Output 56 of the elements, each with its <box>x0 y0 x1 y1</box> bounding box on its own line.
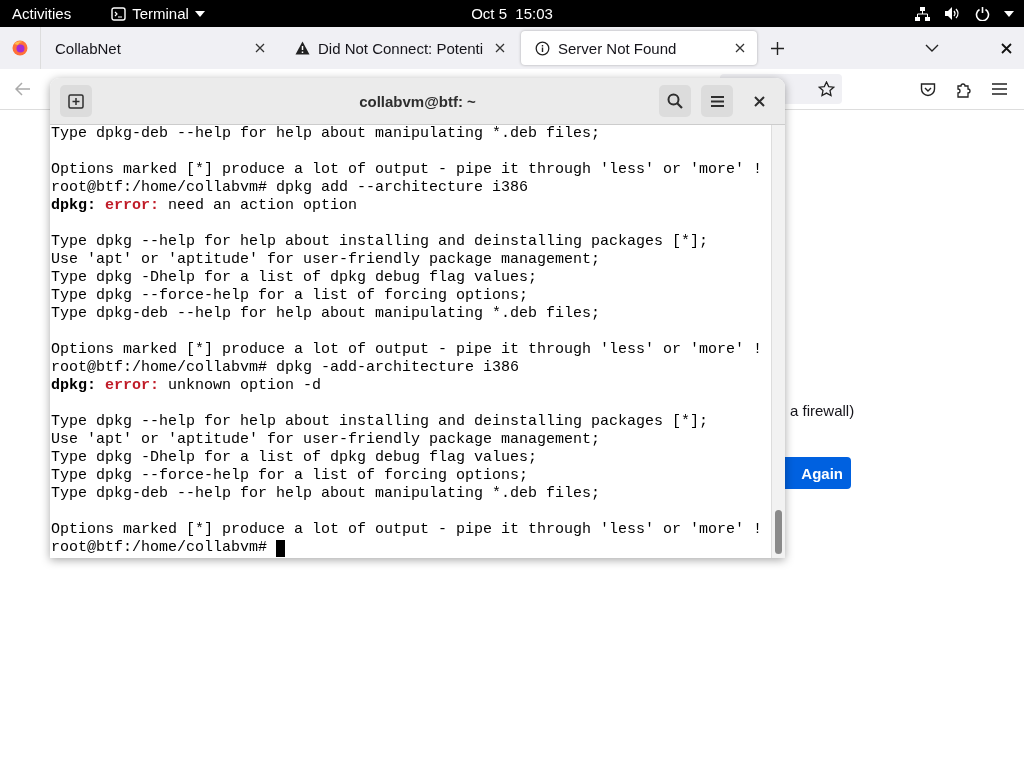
terminal-line: Type dpkg --force-help for a list of forcing options; <box>51 467 530 485</box>
menu-icon <box>710 95 724 107</box>
terminal-line: dpkg: error: unknown option -d <box>51 377 323 395</box>
terminal-line: Options marked [*] produce a lot of output - pipe it through 'less' or 'more' ! <box>51 521 764 539</box>
pocket-icon[interactable] <box>920 81 936 97</box>
terminal-line: dpkg: error: need an action option <box>51 197 359 215</box>
terminal-line: Type dpkg-deb --help for help about manipulating *.deb files; <box>51 305 602 323</box>
scrollbar[interactable] <box>771 125 785 558</box>
chevron-down-icon[interactable] <box>925 44 939 52</box>
close-icon[interactable] <box>255 43 265 53</box>
app-menu[interactable]: Terminal <box>111 5 205 22</box>
close-icon[interactable] <box>1001 42 1012 54</box>
try-again-button[interactable]: Again <box>785 457 851 489</box>
close-icon[interactable] <box>495 43 505 53</box>
info-icon <box>535 40 550 56</box>
menu-icon[interactable] <box>992 83 1007 95</box>
terminal-line: root@btf:/home/collabvm# dpkg add --architecture i386 <box>51 179 530 197</box>
add-tab-icon <box>68 93 84 109</box>
new-tab-icon[interactable] <box>771 41 784 55</box>
terminal-line: Use 'apt' or 'aptitude' for user-friendly package management; <box>51 251 602 269</box>
search-icon <box>667 93 683 109</box>
terminal-line: Type dpkg --force-help for a list of forcing options; <box>51 287 530 305</box>
terminal-line: Type dpkg-deb --help for help about manipulating *.deb files; <box>51 485 602 503</box>
terminal-line: Type dpkg --help for help about installing and deinstalling packages [*]; <box>51 413 710 431</box>
caret-icon <box>194 10 205 17</box>
terminal-icon <box>111 6 127 21</box>
terminal-line: Type dpkg -Dhelp for a list of dpkg debug flag values; <box>51 269 539 287</box>
browser-logo-icon[interactable] <box>12 40 28 56</box>
warning-icon <box>295 41 310 55</box>
caret-icon[interactable] <box>1004 10 1014 17</box>
terminal-line: Type dpkg-deb --help for help about manipulating *.deb files; <box>51 125 602 143</box>
menu-button[interactable] <box>701 85 733 117</box>
activities-button[interactable]: Activities <box>12 5 72 22</box>
search-button[interactable] <box>659 85 691 117</box>
puzzle-icon[interactable] <box>956 80 972 98</box>
close-icon[interactable] <box>735 43 745 53</box>
network-icon[interactable] <box>914 5 930 22</box>
terminal-line: Options marked [*] produce a lot of output - pipe it through 'less' or 'more' ! <box>51 161 764 179</box>
power-icon[interactable] <box>975 6 990 21</box>
new-tab-button[interactable] <box>60 85 92 117</box>
scrollbar-thumb[interactable] <box>775 510 782 554</box>
terminal-prompt: root@btf:/home/collabvm# <box>51 539 268 557</box>
browser-tab[interactable]: CollabNet <box>41 31 277 65</box>
terminal-line: Options marked [*] produce a lot of output - pipe it through 'less' or 'more' ! <box>51 341 764 359</box>
volume-icon[interactable] <box>944 6 961 21</box>
terminal-line: Type dpkg -Dhelp for a list of dpkg debug flag values; <box>51 449 539 467</box>
close-icon <box>753 95 765 107</box>
terminal-line: Type dpkg --help for help about installing and deinstalling packages [*]; <box>51 233 710 251</box>
star-icon[interactable] <box>818 81 835 97</box>
browser-tab[interactable]: Server Not Found <box>521 31 757 65</box>
clock[interactable]: Oct 5 15:03 <box>471 5 553 22</box>
terminal-line: Use 'apt' or 'aptitude' for user-friendly package management; <box>51 431 602 449</box>
window-title: collabvm@btf: ~ <box>359 92 476 110</box>
error-description: a firewall) <box>790 402 855 419</box>
terminal-line: root@btf:/home/collabvm# dpkg -add-architecture i386 <box>51 359 521 377</box>
browser-tab[interactable]: Did Not Connect: Potenti <box>281 31 517 65</box>
